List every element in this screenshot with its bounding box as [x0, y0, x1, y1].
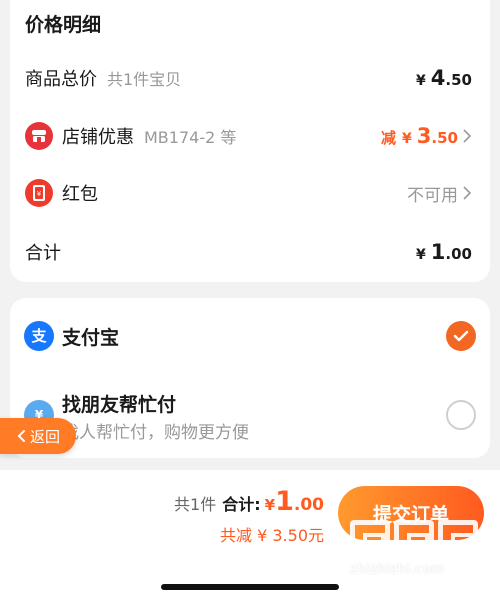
home-indicator[interactable] — [161, 584, 339, 590]
red-packet-status: 不可用 — [407, 185, 458, 206]
watermark-text: zhizhizhi.com — [350, 562, 445, 577]
red-packet-row[interactable]: ¥ 红包 不可用 — [10, 173, 490, 213]
order-summary: 共1件 合计: ¥ 1 .00 — [174, 486, 324, 517]
chevron-right-icon — [463, 129, 472, 143]
section-title: 价格明细 — [25, 14, 102, 36]
chevron-left-icon — [17, 430, 25, 442]
item-count: 共1件 — [174, 495, 217, 514]
friend-pay-description: 找人帮忙付，购物更方便 — [62, 423, 249, 443]
friend-pay-radio[interactable] — [446, 400, 476, 430]
red-packet-label: 红包 — [62, 184, 98, 205]
friend-pay-option[interactable]: ¥ 找朋友帮忙付 找人帮忙付，购物更方便 — [10, 380, 490, 458]
total-integer: 1 — [275, 486, 294, 517]
watermark: zhizhizhi.com — [350, 520, 490, 582]
svg-text:¥: ¥ — [37, 190, 42, 198]
alipay-icon: 支 — [24, 321, 54, 351]
total-row: 合计 ¥ 1.00 — [10, 232, 490, 272]
friend-pay-label: 找朋友帮忙付 — [62, 394, 177, 416]
shop-icon — [25, 122, 53, 150]
chevron-right-icon — [463, 186, 472, 200]
payment-method-card: 支 支付宝 ¥ 找朋友帮忙付 找人帮忙付，购物更方便 — [10, 298, 490, 458]
alipay-label: 支付宝 — [62, 327, 120, 349]
shop-discount-label: 店铺优惠 — [62, 127, 134, 148]
shop-discount-source: MB174-2 等 — [144, 128, 237, 147]
total-label: 合计: — [222, 495, 261, 514]
total-amount: ¥ 1.00 — [415, 240, 472, 264]
shop-discount-row[interactable]: 店铺优惠 MB174-2 等 减 ¥ 3.50 — [10, 116, 490, 156]
back-label: 返回 — [29, 427, 60, 446]
currency-symbol: ¥ — [264, 496, 276, 514]
total-label: 合计 — [25, 243, 61, 264]
watermark-logo — [350, 520, 490, 560]
goods-total-label: 商品总价 — [25, 69, 97, 90]
svg-text:支: 支 — [30, 327, 47, 345]
goods-count-text: 共1件宝贝 — [107, 70, 182, 89]
shop-discount-amount: 减 ¥ 3.50 — [380, 124, 458, 148]
alipay-radio-checked[interactable] — [446, 321, 476, 351]
goods-total-amount: ¥ 4.50 — [415, 66, 472, 90]
red-packet-icon: ¥ — [25, 179, 53, 207]
price-detail-card: 价格明细 商品总价 共1件宝贝 ¥ 4.50 店铺优惠 MB174-2 等 减 ¥… — [10, 0, 490, 282]
total-decimal: .00 — [293, 495, 324, 515]
alipay-option[interactable]: 支 支付宝 — [10, 298, 490, 374]
goods-total-row: 商品总价 共1件宝贝 ¥ 4.50 — [10, 58, 490, 98]
back-button[interactable]: 返回 — [0, 418, 76, 454]
total-saved-text: 共减 ¥ 3.50元 — [220, 526, 324, 545]
